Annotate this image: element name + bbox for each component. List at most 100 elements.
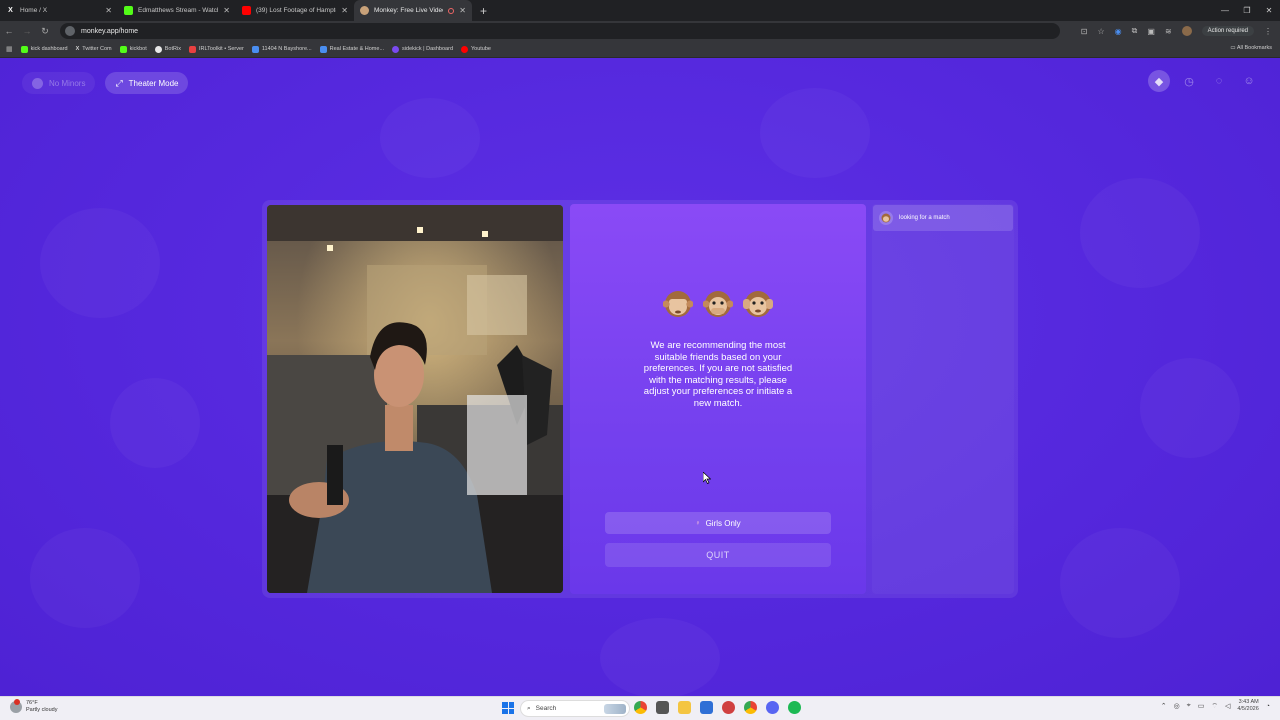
location-icon[interactable]: ⌖ xyxy=(1187,702,1191,710)
background-decoration xyxy=(1140,358,1240,458)
temperature-text: 76°F xyxy=(26,700,38,706)
install-icon[interactable]: ⊡ xyxy=(1081,27,1088,36)
omnibox[interactable]: monkey.app/home xyxy=(60,23,1060,39)
file-explorer-icon[interactable] xyxy=(678,701,691,714)
date-text: 4/5/2026 xyxy=(1237,706,1259,712)
side-panel: looking for a match xyxy=(872,204,1014,594)
system-tray: ⌃ ◎ ⌖ ▭ ⌔ ◁ 3:43 AM 4/5/2026 ◔ xyxy=(1161,699,1270,713)
youtube-icon xyxy=(242,6,251,15)
window-controls: — ❐ ✕ xyxy=(1214,0,1280,21)
search-highlight-icon xyxy=(604,703,626,714)
kick-logo-icon xyxy=(124,6,133,15)
female-icon: ♀ xyxy=(695,519,701,527)
speak-no-evil-monkey-icon xyxy=(703,291,733,317)
forward-icon[interactable]: → xyxy=(18,26,36,36)
address-bar-row: ← → ↻ monkey.app/home ⊡ ☆ ◉ ⧉ ▣ ≋ Action… xyxy=(0,21,1280,41)
sidepanel-icon[interactable]: ▣ xyxy=(1147,27,1155,36)
tab-title: (39) Lost Footage of Hampton xyxy=(256,7,337,14)
bookmark-twitter[interactable]: X Twitter Com xyxy=(76,46,112,52)
puzzle-icon[interactable]: ⧉ xyxy=(1132,26,1138,36)
menu-icon[interactable]: ⋮ xyxy=(1264,27,1272,36)
app-icon[interactable] xyxy=(722,701,735,714)
tab-kick-stream[interactable]: Edmatthews Stream - Watch Li ✕ xyxy=(118,0,236,21)
bookmark-irltoolkit[interactable]: IRLToolkit • Server xyxy=(188,45,244,53)
webcam-scene xyxy=(267,205,563,593)
url-text: monkey.app/home xyxy=(81,27,139,35)
bookmark-bayshore[interactable]: 11404 N Bayshore... xyxy=(251,45,312,53)
weather-icon xyxy=(10,699,22,713)
windows-start-icon[interactable] xyxy=(502,702,514,714)
action-required-button[interactable]: Action required xyxy=(1201,26,1254,36)
mouse-cursor-icon xyxy=(703,472,711,484)
close-icon[interactable]: ✕ xyxy=(459,6,466,15)
close-window-icon[interactable]: ✕ xyxy=(1258,0,1280,21)
x-logo-icon: X xyxy=(75,46,80,52)
minimize-icon[interactable]: — xyxy=(1214,0,1236,21)
chrome-active-icon[interactable] xyxy=(634,701,647,714)
discord-icon[interactable] xyxy=(766,701,779,714)
windows-taskbar: 76°F Partly cloudy ⌕ Search ⌃ ◎ ⌖ ▭ ⌔ ◁ … xyxy=(0,696,1280,720)
close-icon[interactable]: ✕ xyxy=(341,6,348,15)
x-logo-icon: X xyxy=(8,7,13,14)
looking-for-match-status: looking for a match xyxy=(873,205,1013,231)
chrome-icon[interactable] xyxy=(744,701,757,714)
apps-icon[interactable]: ▦ xyxy=(6,45,13,53)
bookmark-realestate[interactable]: Real Estate & Home... xyxy=(319,45,384,53)
monkeys-row xyxy=(570,289,866,319)
girls-only-button[interactable]: ♀ Girls Only xyxy=(605,512,831,534)
task-view-icon[interactable] xyxy=(656,701,669,714)
spotify-icon[interactable] xyxy=(788,701,801,714)
monkey-profile-icon[interactable]: ☺ xyxy=(1238,70,1260,92)
cast-icon[interactable]: ≋ xyxy=(1165,27,1172,36)
tab-title: Home / X xyxy=(20,7,48,14)
extension-icon[interactable]: ◉ xyxy=(1115,27,1122,36)
kickbot-icon xyxy=(119,45,127,53)
all-bookmarks-button[interactable]: ▭ All Bookmarks xyxy=(1230,45,1272,51)
weather-widget[interactable]: 76°F Partly cloudy xyxy=(10,699,58,714)
reload-icon[interactable]: ↻ xyxy=(36,26,54,37)
chat-icon[interactable]: ◌ xyxy=(1208,70,1230,92)
bookmark-youtube[interactable]: Youtube xyxy=(461,45,491,53)
tab-monkey[interactable]: Monkey: Free Live Video Ch ✕ xyxy=(354,0,472,21)
search-icon: ⌕ xyxy=(527,704,531,712)
bookmark-botrix[interactable]: BotRix xyxy=(154,45,181,53)
notification-badge xyxy=(14,699,20,705)
bookmark-sidekick[interactable]: sidekick | Dashboard xyxy=(392,45,453,53)
browser-toolbar: ⊡ ☆ ◉ ⧉ ▣ ≋ Action required ⋮ xyxy=(1081,21,1272,41)
clock[interactable]: 3:43 AM 4/5/2026 xyxy=(1237,699,1258,713)
star-icon[interactable]: ☆ xyxy=(1098,27,1105,36)
close-icon[interactable]: ✕ xyxy=(105,6,112,15)
close-icon[interactable]: ✕ xyxy=(223,6,230,15)
no-minors-toggle[interactable]: No Minors xyxy=(22,72,96,94)
theater-mode-button[interactable]: ⤢ Theater Mode xyxy=(105,72,189,94)
history-icon[interactable]: ◷ xyxy=(1178,70,1200,92)
sidekick-icon xyxy=(392,45,400,53)
volume-icon[interactable]: ◁ xyxy=(1225,702,1230,710)
tab-youtube[interactable]: (39) Lost Footage of Hampton ✕ xyxy=(236,0,354,21)
tab-title: Monkey: Free Live Video Ch xyxy=(374,7,443,14)
taskbar-search[interactable]: ⌕ Search xyxy=(520,700,630,717)
background-decoration xyxy=(380,98,480,178)
tab-home-x[interactable]: X Home / X ✕ xyxy=(0,0,118,21)
restore-icon[interactable]: ❐ xyxy=(1236,0,1258,21)
wifi-icon[interactable]: ⌔ xyxy=(1211,702,1218,711)
site-info-icon[interactable] xyxy=(65,26,75,36)
bookmark-kickbot[interactable]: kickbot xyxy=(119,45,147,53)
back-icon[interactable]: ← xyxy=(0,26,18,36)
bookmark-kick-dashboard[interactable]: kick dashboard xyxy=(20,45,68,53)
chevron-up-icon[interactable]: ⌃ xyxy=(1161,702,1167,710)
weather-text: Partly cloudy xyxy=(26,707,58,713)
store-icon[interactable] xyxy=(700,701,713,714)
quit-button[interactable]: QUIT xyxy=(605,543,831,567)
new-tab-button[interactable]: + xyxy=(472,4,495,18)
profile-avatar[interactable] xyxy=(1181,26,1192,36)
monkey-icon xyxy=(360,6,369,15)
expand-icon: ⤢ xyxy=(115,77,123,88)
monitor-icon[interactable]: ▭ xyxy=(1198,702,1205,710)
background-decoration xyxy=(760,88,870,178)
gem-icon[interactable]: ◆ xyxy=(1148,70,1170,92)
background-decoration xyxy=(600,618,720,696)
network-icon[interactable]: ◎ xyxy=(1174,702,1180,710)
background-decoration xyxy=(1080,178,1200,288)
notification-bell-icon[interactable]: ◔ xyxy=(1266,703,1270,710)
